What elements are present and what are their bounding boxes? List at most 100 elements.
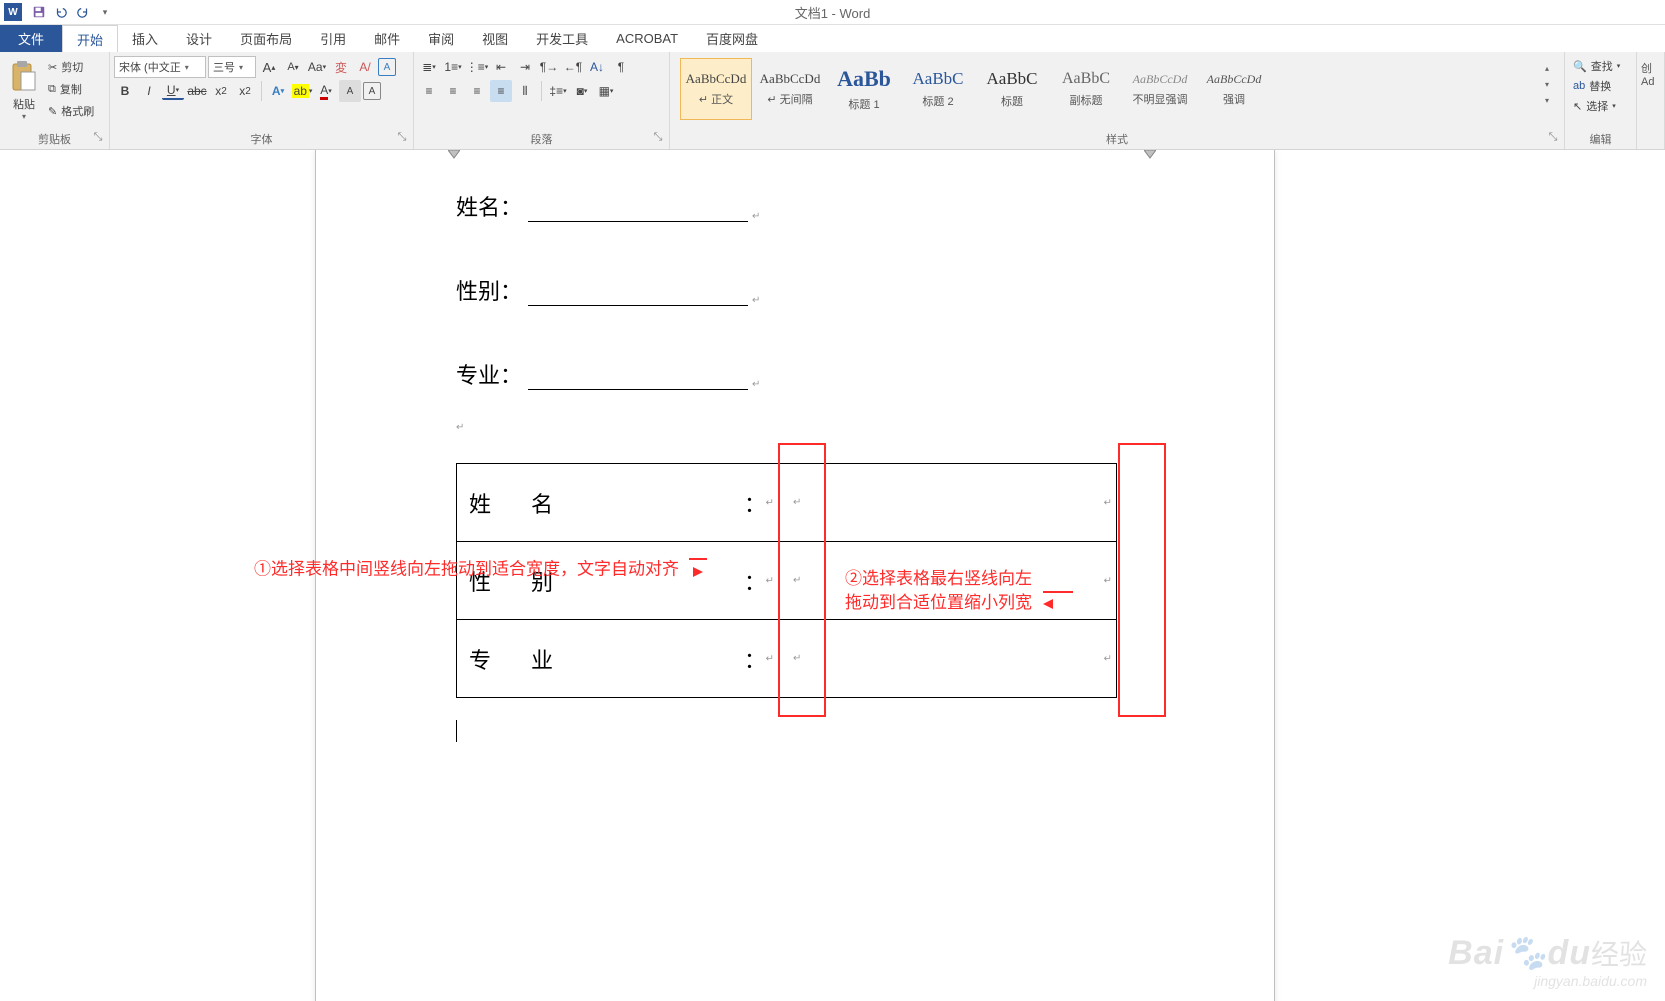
multilevel-list-button[interactable]: ⋮≡▾ bbox=[466, 56, 488, 78]
styles-gallery[interactable]: AaBbCcDd↵ 正文AaBbCcDd↵ 无间隔AaBb标题 1AaBbC标题… bbox=[674, 54, 1534, 120]
group-clipboard: 粘贴 ▾ ✂剪切 ⧉复制 ✎格式刷 剪贴板⤡ bbox=[0, 52, 110, 149]
style-item-1[interactable]: AaBbCcDd↵ 无间隔 bbox=[754, 58, 826, 120]
replace-button[interactable]: ab替换 bbox=[1569, 76, 1624, 96]
align-left-button[interactable]: ≡ bbox=[418, 80, 440, 102]
subscript-button[interactable]: x2 bbox=[210, 80, 232, 102]
grow-font-button[interactable]: A▴ bbox=[258, 56, 280, 78]
change-case-button[interactable]: Aa▾ bbox=[306, 56, 328, 78]
indent-marker-right[interactable] bbox=[1144, 150, 1156, 160]
document-area[interactable]: 姓名：↵性别：↵专业：↵ ↵ 姓名：↵↵↵性别：↵↵↵专业：↵↵↵ ①选择表格中… bbox=[0, 150, 1665, 1001]
sort-button[interactable]: A↓ bbox=[586, 56, 608, 78]
align-right-button[interactable]: ≡ bbox=[466, 80, 488, 102]
superscript-button[interactable]: x2 bbox=[234, 80, 256, 102]
tab-design[interactable]: 设计 bbox=[172, 25, 226, 52]
justify-button[interactable]: ≡ bbox=[490, 80, 512, 102]
tab-baidu[interactable]: 百度网盘 bbox=[692, 25, 772, 52]
table-row[interactable]: 姓名：↵↵↵ bbox=[457, 464, 1117, 542]
font-color-button[interactable]: A▾ bbox=[315, 80, 337, 102]
group-font: 宋体 (中文正▾ 三号▾ A▴ A▾ Aa▾ 変 A/ A B I U▾ abc… bbox=[110, 52, 414, 149]
form-line-2[interactable]: 专业：↵ bbox=[456, 358, 1117, 390]
style-item-2[interactable]: AaBb标题 1 bbox=[828, 58, 900, 120]
shrink-font-button[interactable]: A▾ bbox=[282, 56, 304, 78]
style-item-3[interactable]: AaBbC标题 2 bbox=[902, 58, 974, 120]
indent-marker-left[interactable] bbox=[448, 150, 460, 160]
increase-indent-button[interactable]: ⇥ bbox=[514, 56, 536, 78]
decrease-indent-button[interactable]: ⇤ bbox=[490, 56, 512, 78]
annotation-box-right-line bbox=[1118, 443, 1166, 717]
style-item-0[interactable]: AaBbCcDd↵ 正文 bbox=[680, 58, 752, 120]
tab-review[interactable]: 审阅 bbox=[414, 25, 468, 52]
replace-icon: ab bbox=[1573, 80, 1585, 92]
styles-scroll-down[interactable]: ▾ bbox=[1536, 76, 1558, 92]
styles-launcher[interactable]: ⤡ bbox=[1548, 131, 1558, 141]
borders-button[interactable]: ▦▾ bbox=[595, 80, 617, 102]
form-line-1[interactable]: 性别：↵ bbox=[456, 274, 1117, 306]
word-app-icon: W bbox=[4, 3, 22, 21]
arrow-left-icon bbox=[1043, 591, 1073, 616]
select-button[interactable]: ↖选择▾ bbox=[1569, 96, 1624, 116]
find-button[interactable]: 🔍查找▾ bbox=[1569, 56, 1624, 76]
form-line-0[interactable]: 姓名：↵ bbox=[456, 190, 1117, 222]
cut-button[interactable]: ✂剪切 bbox=[44, 56, 98, 78]
ruler[interactable] bbox=[316, 150, 1274, 166]
highlight-button[interactable]: ab▾ bbox=[291, 80, 313, 102]
annotation-1: ①选择表格中间竖线向左拖动到适合宽度，文字自动对齐 bbox=[254, 558, 707, 583]
undo-button[interactable] bbox=[50, 1, 72, 23]
ad-label: Ad bbox=[1641, 76, 1654, 88]
style-item-6[interactable]: AaBbCcDd不明显强调 bbox=[1124, 58, 1196, 120]
clipboard-icon bbox=[8, 58, 40, 94]
font-family-combo[interactable]: 宋体 (中文正▾ bbox=[114, 56, 206, 78]
copy-button[interactable]: ⧉复制 bbox=[44, 78, 98, 100]
show-marks-button[interactable]: ¶ bbox=[610, 56, 632, 78]
group-label-editing: 编辑 bbox=[1590, 134, 1612, 146]
cursor-icon: ↖ bbox=[1573, 100, 1582, 113]
table-row[interactable]: 专业：↵↵↵ bbox=[457, 620, 1117, 698]
tab-view[interactable]: 视图 bbox=[468, 25, 522, 52]
redo-button[interactable] bbox=[72, 1, 94, 23]
bullets-button[interactable]: ≣▾ bbox=[418, 56, 440, 78]
text-effects-button[interactable]: A▾ bbox=[267, 80, 289, 102]
tab-mailings[interactable]: 邮件 bbox=[360, 25, 414, 52]
paragraph-launcher[interactable]: ⤡ bbox=[653, 131, 663, 141]
style-item-7[interactable]: AaBbCcDd强调 bbox=[1198, 58, 1270, 120]
document-content: 姓名：↵性别：↵专业：↵ ↵ 姓名：↵↵↵性别：↵↵↵专业：↵↵↵ bbox=[456, 190, 1117, 720]
tab-home[interactable]: 开始 bbox=[62, 25, 118, 52]
save-button[interactable] bbox=[28, 1, 50, 23]
window-title: 文档1 - Word bbox=[0, 3, 1665, 22]
bold-button[interactable]: B bbox=[114, 80, 136, 102]
rtl-button[interactable]: ←¶ bbox=[562, 56, 584, 78]
copy-icon: ⧉ bbox=[48, 83, 56, 96]
style-item-4[interactable]: AaBbC标题 bbox=[976, 58, 1048, 120]
ltr-button[interactable]: ¶→ bbox=[538, 56, 560, 78]
clear-formatting-button[interactable]: A/ bbox=[354, 56, 376, 78]
format-painter-button[interactable]: ✎格式刷 bbox=[44, 100, 98, 122]
styles-scroll-up[interactable]: ▴ bbox=[1536, 60, 1558, 76]
char-border-button[interactable]: A bbox=[363, 82, 381, 100]
font-launcher[interactable]: ⤡ bbox=[397, 131, 407, 141]
tab-acrobat[interactable]: ACROBAT bbox=[602, 25, 692, 52]
shading-button[interactable]: ◙▾ bbox=[571, 80, 593, 102]
underline-button[interactable]: U▾ bbox=[162, 82, 184, 100]
tab-file[interactable]: 文件 bbox=[0, 25, 62, 52]
font-size-combo[interactable]: 三号▾ bbox=[208, 56, 256, 78]
clipboard-launcher[interactable]: ⤡ bbox=[93, 131, 103, 141]
line-spacing-button[interactable]: ‡≡▾ bbox=[547, 80, 569, 102]
tab-developer[interactable]: 开发工具 bbox=[522, 25, 602, 52]
qat-customize-button[interactable]: ▾ bbox=[94, 1, 116, 23]
style-item-5[interactable]: AaBbC副标题 bbox=[1050, 58, 1122, 120]
tab-references[interactable]: 引用 bbox=[306, 25, 360, 52]
distribute-button[interactable]: ⫴ bbox=[514, 80, 536, 102]
numbering-button[interactable]: 1≡▾ bbox=[442, 56, 464, 78]
paste-button[interactable]: 粘贴 ▾ bbox=[4, 54, 44, 121]
italic-button[interactable]: I bbox=[138, 80, 160, 102]
phonetic-guide-button[interactable]: 変 bbox=[330, 56, 352, 78]
tab-insert[interactable]: 插入 bbox=[118, 25, 172, 52]
tab-layout[interactable]: 页面布局 bbox=[226, 25, 306, 52]
enclose-char-button[interactable]: A bbox=[378, 58, 396, 76]
strikethrough-button[interactable]: abc bbox=[186, 80, 208, 102]
watermark: Bai🐾du经验 jingyan.baidu.com bbox=[1448, 933, 1647, 989]
group-paragraph: ≣▾ 1≡▾ ⋮≡▾ ⇤ ⇥ ¶→ ←¶ A↓ ¶ ≡ ≡ ≡ ≡ ⫴ ‡≡▾ … bbox=[414, 52, 670, 149]
char-shading-button[interactable]: A bbox=[339, 80, 361, 102]
align-center-button[interactable]: ≡ bbox=[442, 80, 464, 102]
styles-expand[interactable]: ▾ bbox=[1536, 92, 1558, 108]
